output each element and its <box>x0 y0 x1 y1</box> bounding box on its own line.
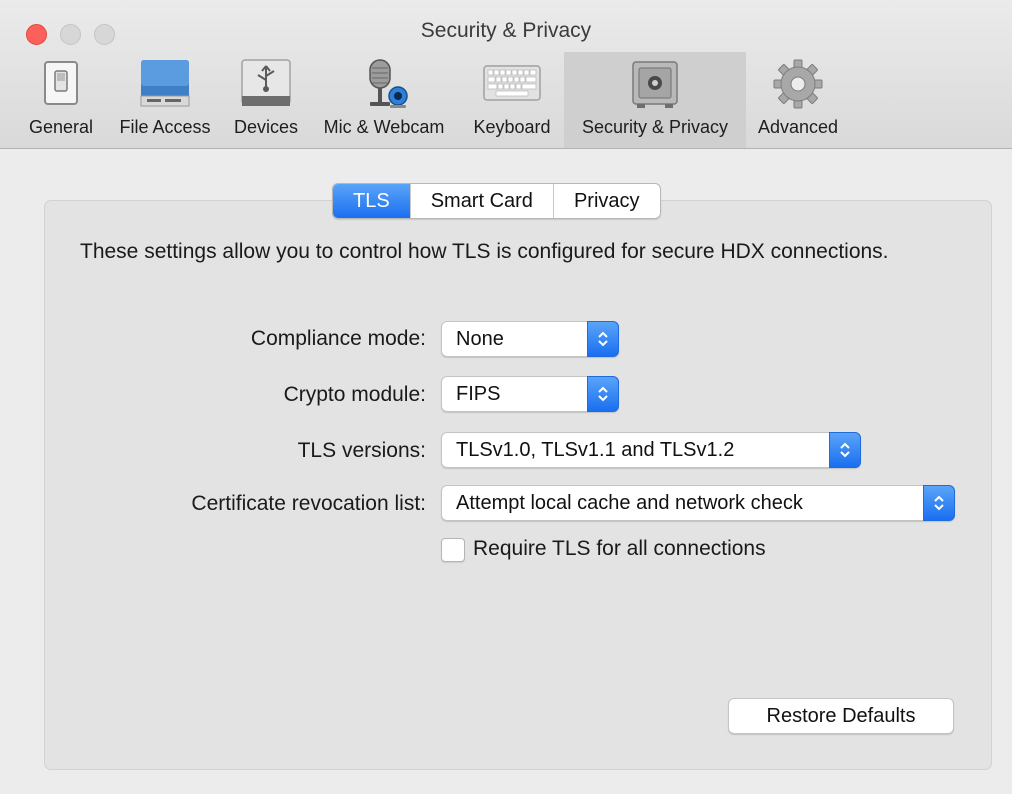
preferences-window: Security & Privacy General File Access D… <box>0 0 1012 794</box>
tls-versions-popup[interactable]: TLSv1.0, TLSv1.1 and TLSv1.2 <box>441 432 861 468</box>
toolbar-item-security-privacy[interactable]: Security & Privacy <box>564 52 746 148</box>
tls-description: These settings allow you to control how … <box>80 240 889 263</box>
popup-arrows-icon <box>923 485 955 521</box>
require-tls-checkbox[interactable] <box>441 538 465 562</box>
crypto-module-value: FIPS <box>456 383 501 405</box>
tab-smart-card[interactable]: Smart Card <box>411 184 554 218</box>
toolbar: Security & Privacy General File Access D… <box>0 0 1012 149</box>
tls-versions-label: TLS versions: <box>297 439 426 462</box>
toolbar-item-advanced[interactable]: Advanced <box>750 52 846 148</box>
toolbar-label-file-access: File Access <box>119 117 211 137</box>
crl-value: Attempt local cache and network check <box>456 492 803 514</box>
require-tls-label[interactable]: Require TLS for all connections <box>473 537 766 561</box>
microphone-webcam-icon <box>369 59 408 108</box>
toolbar-item-mic-webcam[interactable]: Mic & Webcam <box>310 52 458 148</box>
settings-tab-control: TLS Smart Card Privacy <box>332 183 661 219</box>
toolbar-item-keyboard[interactable]: Keyboard <box>464 52 560 148</box>
usb-drive-icon <box>241 59 291 106</box>
toolbar-item-general[interactable]: General <box>22 52 100 148</box>
safe-icon <box>632 61 678 108</box>
toolbar-label-keyboard: Keyboard <box>473 117 551 137</box>
tab-tls[interactable]: TLS <box>333 184 411 218</box>
tab-privacy[interactable]: Privacy <box>554 184 660 218</box>
toolbar-label-devices: Devices <box>233 117 299 137</box>
toolbar-label-security-privacy: Security & Privacy <box>581 117 729 137</box>
toolbar-label-general: General <box>28 117 94 137</box>
crl-popup[interactable]: Attempt local cache and network check <box>441 485 955 521</box>
general-switch-icon <box>44 61 78 105</box>
restore-defaults-button[interactable]: Restore Defaults <box>728 698 954 734</box>
keyboard-icon <box>483 65 541 101</box>
popup-arrows-icon <box>587 321 619 357</box>
toolbar-label-advanced: Advanced <box>757 117 839 137</box>
crl-label: Certificate revocation list: <box>191 492 426 515</box>
hard-drive-icon <box>140 60 190 107</box>
compliance-mode-popup[interactable]: None <box>441 321 619 357</box>
toolbar-label-mic-webcam: Mic & Webcam <box>323 117 445 137</box>
compliance-mode-label: Compliance mode: <box>250 327 426 350</box>
window-title: Security & Privacy <box>420 19 592 42</box>
crypto-module-label: Crypto module: <box>283 383 426 406</box>
crypto-module-popup[interactable]: FIPS <box>441 376 619 412</box>
toolbar-item-devices[interactable]: Devices <box>226 52 306 148</box>
gear-icon <box>773 59 823 109</box>
tls-versions-value: TLSv1.0, TLSv1.1 and TLSv1.2 <box>456 439 735 461</box>
popup-arrows-icon <box>829 432 861 468</box>
compliance-mode-value: None <box>456 328 504 350</box>
popup-arrows-icon <box>587 376 619 412</box>
toolbar-item-file-access[interactable]: File Access <box>106 52 224 148</box>
